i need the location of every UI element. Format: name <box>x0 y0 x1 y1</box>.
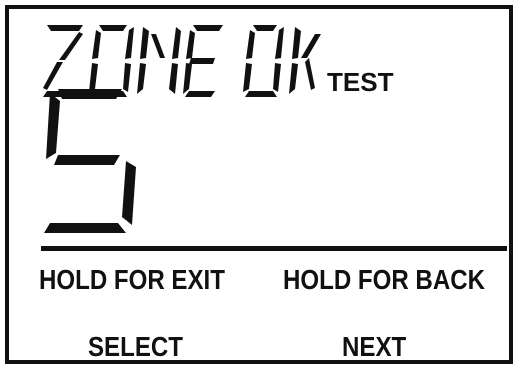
segment-letter-z <box>43 25 83 97</box>
segment-letter-o2 <box>243 25 284 97</box>
segment-letter-k <box>289 27 321 94</box>
mode-label: TEST <box>327 67 394 97</box>
segment-letter-e <box>183 25 223 97</box>
hold-for-exit-label: HOLD FOR EXIT <box>39 264 225 295</box>
divider-line <box>41 246 507 251</box>
lcd-screen: TEST HOLD FOR EXIT HOLD FOR BACK SELECT … <box>5 5 513 364</box>
hold-for-back-label: HOLD FOR BACK <box>283 264 485 295</box>
segment-letter-n <box>137 27 181 94</box>
next-button[interactable]: NEXT <box>342 331 406 360</box>
segment-letter-o <box>89 25 134 97</box>
select-button[interactable]: SELECT <box>88 331 183 360</box>
zone-number-segment-display <box>44 89 139 242</box>
